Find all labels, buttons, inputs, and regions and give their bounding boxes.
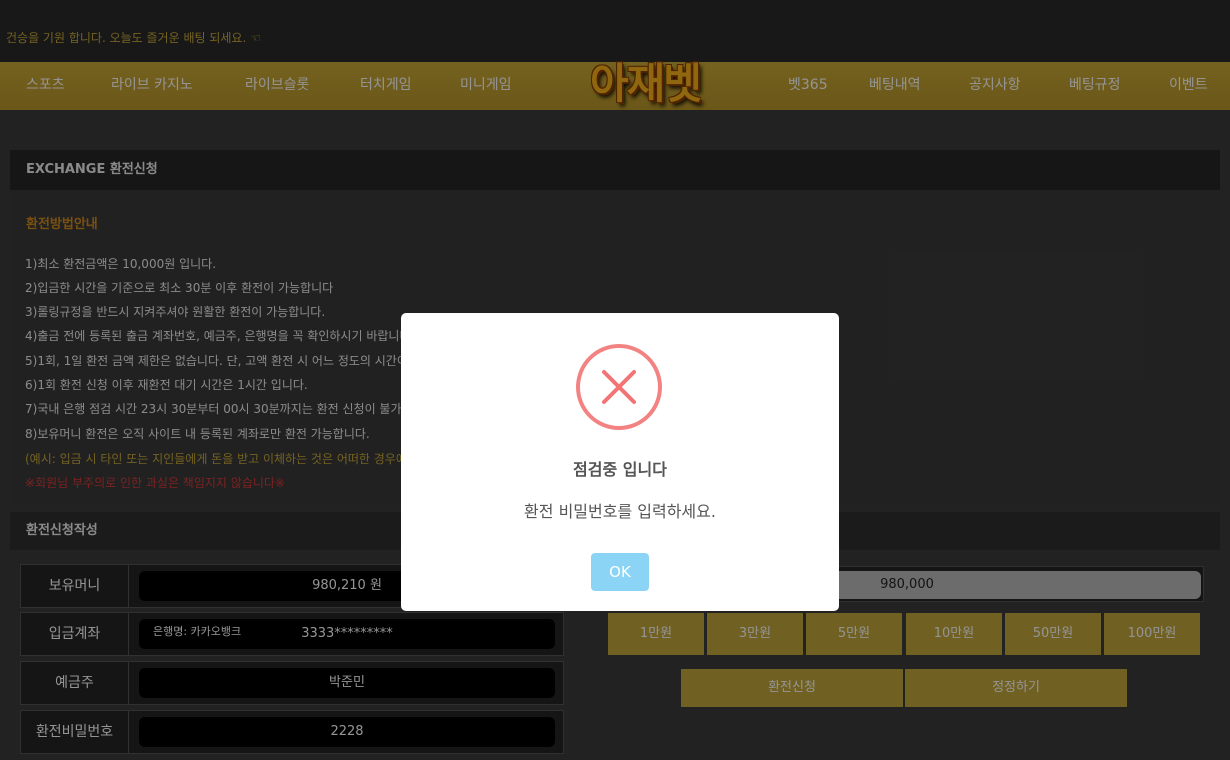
error-x-icon: [575, 343, 663, 431]
modal-message: 환전 비밀번호를 입력하세요.: [524, 502, 716, 521]
ok-button[interactable]: OK: [591, 553, 649, 591]
modal-title: 점검중 입니다: [573, 460, 667, 479]
alert-modal: 점검중 입니다 환전 비밀번호를 입력하세요. OK: [401, 313, 839, 611]
